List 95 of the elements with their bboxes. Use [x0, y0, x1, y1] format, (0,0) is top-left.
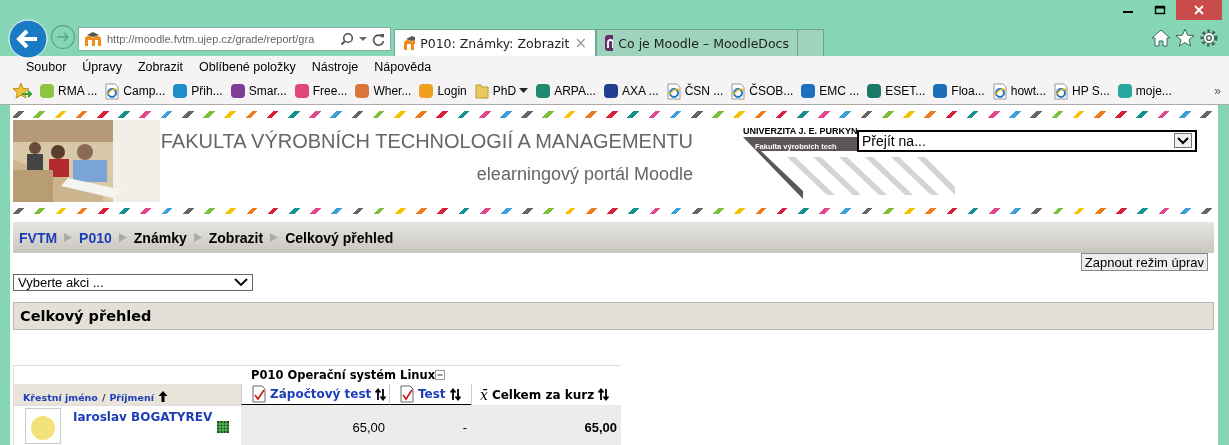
- grade-cell: 65,00: [241, 405, 389, 445]
- sort-link[interactable]: Křestní jméno: [23, 392, 98, 403]
- total-column-title: Celkem za kurz: [491, 387, 595, 402]
- quiz-icon: [400, 385, 414, 403]
- favorite-link[interactable]: ČSOB...: [730, 82, 794, 100]
- favorite-link[interactable]: Přih...: [172, 83, 223, 99]
- close-icon: [1193, 4, 1205, 16]
- page-icon: [665, 82, 682, 100]
- column-header[interactable]: Test: [418, 387, 446, 401]
- site-icon: [172, 83, 189, 99]
- mean-symbol: x̄: [480, 386, 488, 403]
- column-header[interactable]: Zápočtový test: [270, 387, 372, 401]
- favorite-link[interactable]: RMA ...: [39, 83, 98, 99]
- favorites-star-icon[interactable]: [12, 82, 32, 100]
- menu-item[interactable]: Nástroje: [303, 60, 367, 74]
- moodle-icon: [84, 31, 102, 47]
- site-icon: [932, 83, 949, 99]
- star-icon[interactable]: [1175, 28, 1195, 48]
- page-icon: [730, 82, 747, 100]
- site-icon: [1116, 83, 1133, 99]
- page-icon: [1053, 82, 1070, 100]
- site-icon: [418, 83, 435, 99]
- page-icon: [104, 82, 121, 100]
- favorite-link[interactable]: howt...: [991, 82, 1047, 100]
- sort-icon[interactable]: [449, 387, 461, 401]
- favorite-link[interactable]: Wher...: [354, 83, 412, 99]
- favorite-link[interactable]: ARPA...: [535, 83, 596, 99]
- favorite-link[interactable]: ČSN ...: [665, 82, 724, 100]
- page-icon: [991, 82, 1008, 100]
- maximize-icon: [1154, 5, 1166, 15]
- moodle-icon: [605, 35, 614, 51]
- folder-icon: [473, 83, 490, 99]
- favorite-link[interactable]: Free...: [293, 83, 348, 99]
- site-icon: [354, 83, 371, 99]
- search-icon[interactable]: [340, 32, 354, 46]
- site-icon: [535, 83, 552, 99]
- favorite-link[interactable]: AXA ...: [602, 83, 659, 99]
- grade-cell: -: [389, 405, 471, 445]
- menu-item[interactable]: Zobrazit: [129, 60, 192, 74]
- menu-item[interactable]: Soubor: [18, 60, 75, 74]
- more-favorites-button[interactable]: »: [1214, 84, 1229, 98]
- favorite-link[interactable]: ESET...: [866, 83, 926, 99]
- browser-tab[interactable]: Co je Moodle – MoodleDocs: [596, 29, 798, 56]
- edit-mode-button[interactable]: Zapnout režim úprav: [1080, 253, 1208, 272]
- quiz-icon: [252, 385, 266, 403]
- university-name: UNIVERZITA J. E. PURKYN: [743, 125, 858, 136]
- refresh-icon[interactable]: [372, 32, 385, 46]
- favorite-link[interactable]: HP S...: [1053, 82, 1110, 100]
- favorite-link[interactable]: EMC ...: [800, 83, 860, 99]
- favorite-link[interactable]: Floa...: [932, 83, 985, 99]
- breadcrumb-link[interactable]: P010: [79, 229, 112, 246]
- category-name: P010 Operační systém Linux: [251, 368, 436, 382]
- separator-icon: [117, 232, 128, 244]
- favorite-link[interactable]: Login: [418, 83, 467, 99]
- site-icon: [602, 83, 619, 99]
- sort-icon[interactable]: [598, 388, 610, 401]
- separator-icon: [63, 232, 74, 244]
- separator-icon: [269, 232, 280, 244]
- settings-icon[interactable]: [1199, 28, 1219, 48]
- caret-icon[interactable]: [359, 36, 367, 42]
- separator-text: /: [101, 392, 106, 403]
- section-heading: Celkový přehled: [13, 302, 1214, 330]
- menu-item[interactable]: Nápověda: [366, 60, 440, 74]
- home-icon[interactable]: [1151, 28, 1171, 48]
- site-icon: [229, 83, 246, 99]
- site-icon: [293, 83, 310, 99]
- favorite-link[interactable]: PhD: [473, 83, 529, 99]
- caret-icon: [234, 278, 248, 288]
- menu-item[interactable]: Úpravy: [74, 60, 130, 74]
- jump-to-select[interactable]: Přejít na...: [857, 129, 1197, 152]
- sort-link[interactable]: Příjmení: [109, 392, 154, 403]
- site-icon: [800, 83, 817, 99]
- menu-item[interactable]: Oblíbené položky: [191, 60, 304, 74]
- site-icon: [866, 83, 883, 99]
- favorite-link[interactable]: Smar...: [229, 83, 287, 99]
- close-button[interactable]: [1176, 0, 1222, 20]
- sort-icon[interactable]: [375, 387, 387, 401]
- sort-up-icon[interactable]: [157, 390, 168, 403]
- favorite-link[interactable]: moje...: [1116, 83, 1172, 99]
- portal-subtitle: elearningový portál Moodle: [476, 163, 693, 185]
- collapse-icon[interactable]: [435, 370, 446, 380]
- user-name-link[interactable]: Iaroslav BOGATYREV: [73, 410, 213, 424]
- favorite-link[interactable]: Camp...: [104, 82, 166, 100]
- browser-tab[interactable]: P010: Známky: Zobrazit ×: [394, 29, 596, 56]
- moodle-icon: [403, 35, 416, 51]
- address-bar[interactable]: http://moodle.fvtm.ujep.cz/grade/report/gra: [78, 27, 391, 51]
- site-icon: [39, 83, 55, 99]
- separator-icon: [192, 232, 203, 244]
- faculty-title: FAKULTA VÝROBNÍCH TECHNOLOGIÍ A MANAGEMENTU: [160, 129, 693, 153]
- grade-cell: 65,00: [471, 405, 621, 445]
- breadcrumb-link[interactable]: FVTM: [19, 229, 58, 246]
- grid-icon[interactable]: [217, 421, 229, 433]
- action-select[interactable]: Vyberte akci ...: [13, 274, 253, 292]
- caret-icon: [519, 88, 529, 94]
- back-button[interactable]: [8, 19, 48, 59]
